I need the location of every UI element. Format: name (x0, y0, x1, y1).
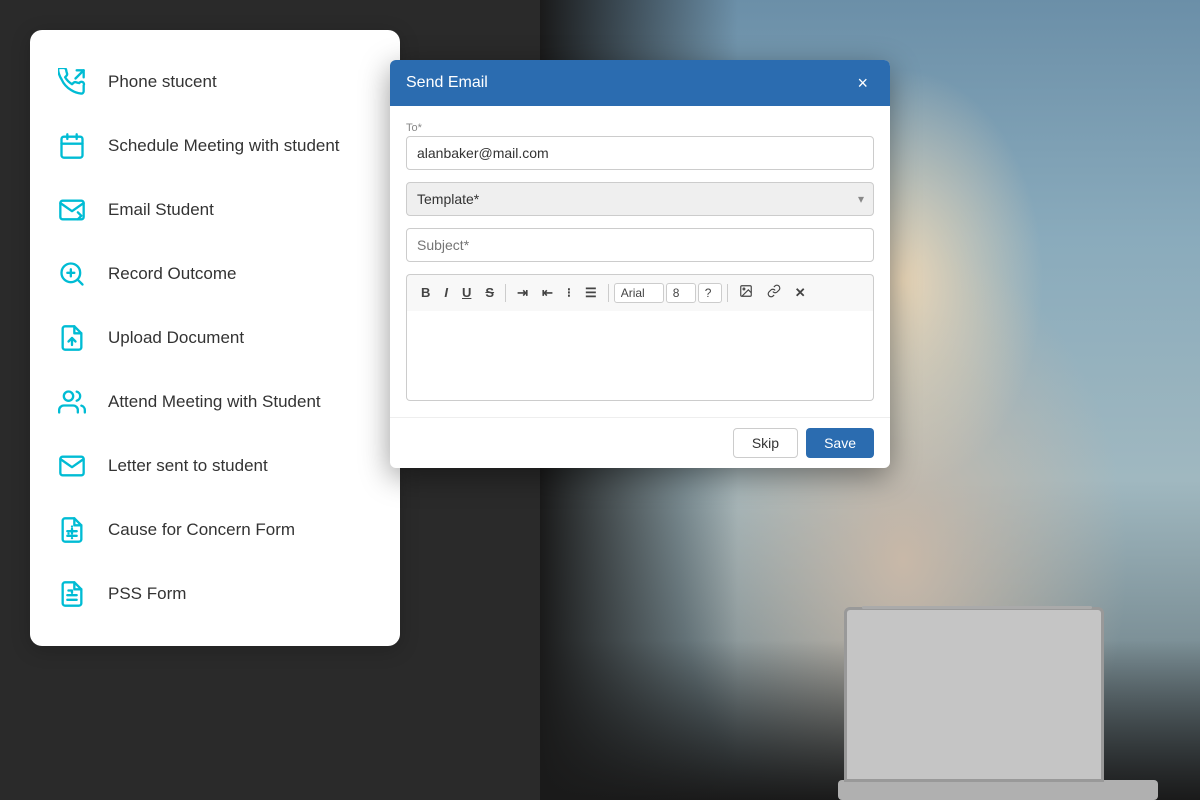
save-button[interactable]: Save (806, 428, 874, 458)
menu-item-schedule-meeting[interactable]: Schedule Meeting with student (30, 114, 400, 178)
toolbar-separator-3 (727, 284, 728, 302)
strikethrough-button[interactable]: S (479, 282, 500, 304)
group-icon (54, 384, 90, 420)
email-rotate-icon (54, 192, 90, 228)
modal-body: To* Template* ▾ B I U S ⇥ (390, 106, 890, 417)
menu-label-schedule-meeting: Schedule Meeting with student (108, 136, 340, 156)
toolbar-separator-2 (608, 284, 609, 302)
modal-footer: Skip Save (390, 417, 890, 468)
letter-icon (54, 448, 90, 484)
font-size-input[interactable] (666, 283, 696, 303)
to-label: To* (406, 122, 874, 134)
bold-button[interactable]: B (415, 282, 436, 304)
toolbar-separator-1 (505, 284, 506, 302)
modal-close-button[interactable]: × (851, 72, 874, 94)
email-body-editor[interactable] (406, 311, 874, 401)
menu-item-record-outcome[interactable]: Record Outcome (30, 242, 400, 306)
pss-form-icon (54, 576, 90, 612)
modal-title: Send Email (406, 74, 488, 92)
subject-input[interactable] (406, 228, 874, 262)
font-family-input[interactable] (614, 283, 664, 303)
italic-button[interactable]: I (438, 282, 454, 304)
calendar-icon (54, 128, 90, 164)
concern-form-icon (54, 512, 90, 548)
menu-item-upload-document[interactable]: Upload Document (30, 306, 400, 370)
indent-button[interactable]: ⇥ (511, 282, 534, 304)
send-email-modal: Send Email × To* Template* ▾ B I (390, 60, 890, 468)
underline-button[interactable]: U (456, 282, 477, 304)
image-button[interactable] (733, 281, 759, 305)
to-input[interactable] (406, 136, 874, 170)
modal-header: Send Email × (390, 60, 890, 106)
editor-toolbar: B I U S ⇥ ⇤ ⁝ ☰ (406, 274, 874, 311)
list-button[interactable]: ⁝ (561, 282, 577, 304)
link-button[interactable] (761, 281, 787, 305)
action-menu: Phone stucent Schedule Meeting with stud… (30, 30, 400, 646)
template-select-wrapper: Template* ▾ (406, 182, 874, 216)
menu-item-pss-form[interactable]: PSS Form (30, 562, 400, 626)
menu-label-pss-form: PSS Form (108, 584, 186, 604)
menu-label-cause-concern: Cause for Concern Form (108, 520, 295, 540)
menu-item-attend-meeting[interactable]: Attend Meeting with Student (30, 370, 400, 434)
menu-label-email-student: Email Student (108, 200, 214, 220)
rich-text-editor: B I U S ⇥ ⇤ ⁝ ☰ (406, 274, 874, 401)
menu-item-letter-sent[interactable]: Letter sent to student (30, 434, 400, 498)
font-extra-input[interactable] (698, 283, 722, 303)
template-select[interactable]: Template* (406, 182, 874, 216)
menu-label-attend-meeting: Attend Meeting with Student (108, 392, 321, 412)
menu-label-upload-document: Upload Document (108, 328, 244, 348)
outdent-button[interactable]: ⇤ (536, 282, 559, 304)
template-field-group: Template* ▾ (406, 182, 874, 216)
to-field-group: To* (406, 122, 874, 170)
record-outcome-icon (54, 256, 90, 292)
upload-icon (54, 320, 90, 356)
menu-item-email-student[interactable]: Email Student (30, 178, 400, 242)
clear-format-button[interactable]: ✕ (789, 282, 812, 304)
menu-label-phone-student: Phone stucent (108, 72, 217, 92)
menu-label-letter-sent: Letter sent to student (108, 456, 268, 476)
skip-button[interactable]: Skip (733, 428, 798, 458)
menu-label-record-outcome: Record Outcome (108, 264, 237, 284)
menu-item-cause-concern[interactable]: Cause for Concern Form (30, 498, 400, 562)
ordered-list-button[interactable]: ☰ (579, 282, 603, 304)
subject-field-group (406, 228, 874, 262)
phone-icon (54, 64, 90, 100)
menu-item-phone-student[interactable]: Phone stucent (30, 50, 400, 114)
